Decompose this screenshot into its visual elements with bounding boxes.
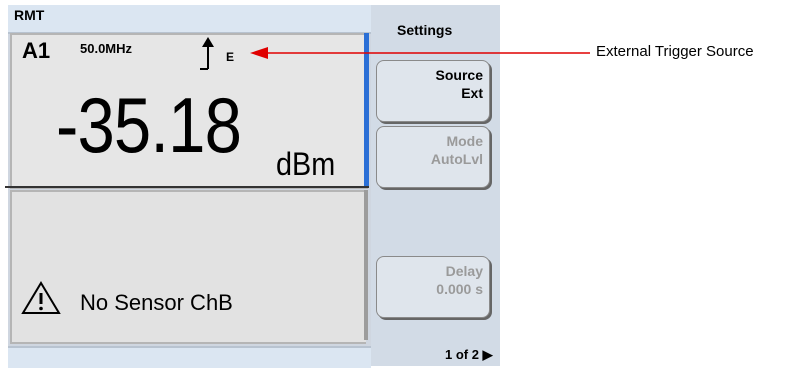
warning-triangle-icon bbox=[21, 281, 61, 314]
menu-page-indicator[interactable]: 1 of 2 ▶ bbox=[445, 347, 493, 363]
window-divider bbox=[5, 186, 369, 188]
softkey-label: Mode bbox=[446, 133, 483, 149]
warning-message: No Sensor ChB bbox=[80, 290, 233, 315]
softkey-value: Ext bbox=[461, 85, 483, 101]
bottom-status-bar bbox=[8, 346, 371, 368]
measurement-window-lower bbox=[10, 190, 366, 344]
callout-arrow bbox=[250, 47, 590, 59]
softkey-value: AutoLvl bbox=[430, 151, 483, 167]
remote-indicator: RMT bbox=[14, 7, 45, 23]
menu-title: Settings bbox=[397, 22, 453, 38]
channel-label: A1 bbox=[22, 38, 51, 63]
softkey-label: Source bbox=[435, 67, 483, 83]
callout-label: External Trigger Source bbox=[596, 43, 754, 60]
power-unit: dBm bbox=[276, 146, 336, 182]
mode-softkey[interactable]: Mode AutoLvl bbox=[376, 126, 490, 188]
source-softkey[interactable]: Source Ext bbox=[376, 60, 490, 122]
status-bar: RMT bbox=[8, 5, 371, 34]
softkey-value: 0.000 s bbox=[436, 281, 483, 297]
inactive-window-indicator bbox=[364, 190, 368, 340]
delay-softkey[interactable]: Delay 0.000 s bbox=[376, 256, 490, 318]
softkey-label: Delay bbox=[445, 263, 483, 279]
trigger-source-label: E bbox=[226, 50, 235, 64]
frequency-label: 50.0MHz bbox=[80, 41, 133, 56]
power-reading: -35.18 bbox=[56, 81, 242, 169]
